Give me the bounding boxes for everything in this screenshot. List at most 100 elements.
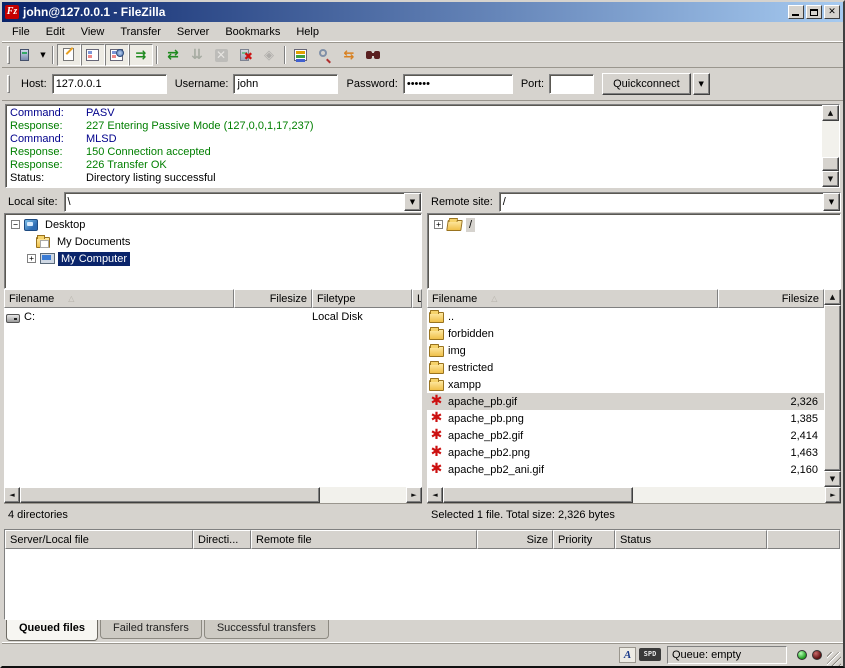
menu-edit[interactable]: Edit [38, 24, 73, 40]
menu-server[interactable]: Server [169, 24, 217, 40]
tab-successful-transfers[interactable]: Successful transfers [204, 620, 329, 639]
remote-site-combo[interactable]: / ▼ [499, 192, 841, 212]
menu-file[interactable]: File [4, 24, 38, 40]
column-server-local-file[interactable]: Server/Local file [5, 530, 193, 549]
title-bar[interactable]: Fz john@127.0.0.1 - FileZilla ✕ [2, 2, 843, 22]
toolbar-separator [156, 46, 158, 64]
tree-item-root[interactable]: + / [430, 216, 840, 233]
toggle-transfer-queue-button[interactable]: ⇉ [129, 44, 153, 66]
column-filetype[interactable]: Filetype [312, 289, 412, 308]
tab-failed-transfers[interactable]: Failed transfers [100, 620, 202, 639]
scroll-down-icon[interactable]: ▼ [822, 171, 839, 187]
column-filename[interactable]: Filename△ [4, 289, 234, 308]
column-filesize[interactable]: Filesize [718, 289, 824, 308]
quickconnect-dropdown[interactable]: ▼ [693, 73, 710, 95]
file-row-selected[interactable]: ✱apache_pb.gif 2,326 [427, 393, 824, 410]
file-row[interactable]: img [427, 342, 824, 359]
file-row[interactable]: ✱apache_pb2_ani.gif 2,160 [427, 461, 824, 478]
file-row[interactable]: C: Local Disk [4, 308, 422, 325]
tree-item-my-computer[interactable]: + My Computer [7, 250, 421, 267]
menu-view[interactable]: View [73, 24, 113, 40]
column-size[interactable]: Size [477, 530, 553, 549]
local-directory-tree[interactable]: − Desktop My Documents + My Computer [4, 213, 422, 289]
tree-item-desktop[interactable]: − Desktop [7, 216, 421, 233]
combo-dropdown-icon[interactable]: ▼ [823, 193, 840, 211]
directory-filter-button[interactable] [289, 44, 313, 66]
column-last-modified[interactable]: L [412, 289, 422, 308]
refresh-button[interactable]: ⇄ [161, 44, 185, 66]
column-filename[interactable]: Filename△ [427, 289, 718, 308]
datatype-indicator-icon[interactable]: A [619, 647, 636, 663]
collapse-icon[interactable]: − [11, 220, 20, 229]
column-direction[interactable]: Directi... [193, 530, 251, 549]
tree-item-my-documents[interactable]: My Documents [7, 233, 421, 250]
remote-file-list[interactable]: .. forbidden img [427, 308, 824, 487]
message-log[interactable]: Command:PASV Response:227 Entering Passi… [6, 105, 822, 187]
local-horizontal-scrollbar[interactable]: ◄ ► [4, 487, 422, 503]
cancel-operation-button[interactable]: ✕ [209, 44, 233, 66]
local-file-list[interactable]: C: Local Disk [4, 308, 422, 487]
scroll-up-icon[interactable]: ▲ [822, 105, 839, 121]
file-row[interactable]: restricted [427, 359, 824, 376]
file-name: xampp [448, 379, 481, 391]
expand-icon[interactable]: + [27, 254, 36, 263]
combo-dropdown-icon[interactable]: ▼ [404, 193, 421, 211]
password-label: Password: [346, 78, 397, 90]
tab-queued-files[interactable]: Queued files [6, 620, 98, 641]
expand-icon[interactable]: + [434, 220, 443, 229]
password-input[interactable] [403, 74, 513, 94]
site-manager-button[interactable] [13, 44, 37, 66]
maximize-button[interactable] [806, 5, 822, 19]
column-status[interactable]: Status [615, 530, 767, 549]
scroll-left-icon[interactable]: ◄ [4, 487, 20, 503]
speedlimit-icon[interactable]: SPD [639, 648, 661, 661]
minimize-button[interactable] [788, 5, 804, 19]
remote-horizontal-scrollbar[interactable]: ◄ ► [427, 487, 841, 503]
host-input[interactable] [52, 74, 167, 94]
toggle-local-tree-button[interactable] [81, 44, 105, 66]
cancel-icon: ✕ [215, 49, 228, 62]
username-input[interactable] [233, 74, 338, 94]
file-row[interactable]: ✱apache_pb2.png 1,463 [427, 444, 824, 461]
file-row[interactable]: xampp [427, 376, 824, 393]
site-manager-dropdown[interactable]: ▼ [37, 44, 49, 66]
toggle-message-log-button[interactable] [57, 44, 81, 66]
scroll-right-icon[interactable]: ► [825, 487, 841, 503]
remote-vertical-scrollbar[interactable]: ▲ ▼ [824, 289, 841, 487]
scrollbar-thumb[interactable] [443, 487, 633, 503]
process-queue-button[interactable]: ⇊ [185, 44, 209, 66]
resize-grip[interactable] [827, 652, 841, 666]
scrollbar-thumb[interactable] [822, 157, 839, 171]
file-row[interactable]: .. [427, 308, 824, 325]
scroll-up-icon[interactable]: ▲ [824, 289, 841, 305]
menu-transfer[interactable]: Transfer [112, 24, 169, 40]
open-folder-icon [446, 220, 463, 231]
close-button[interactable]: ✕ [824, 5, 840, 19]
column-filesize[interactable]: Filesize [234, 289, 312, 308]
remote-directory-tree[interactable]: + / [427, 213, 841, 289]
menu-help[interactable]: Help [288, 24, 327, 40]
file-row[interactable]: ✱apache_pb.png 1,385 [427, 410, 824, 427]
scrollbar-thumb[interactable] [20, 487, 320, 503]
file-row[interactable]: forbidden [427, 325, 824, 342]
column-priority[interactable]: Priority [553, 530, 615, 549]
port-input[interactable] [549, 74, 594, 94]
log-vertical-scrollbar[interactable]: ▲ ▼ [822, 105, 839, 187]
file-row[interactable]: ✱apache_pb2.gif 2,414 [427, 427, 824, 444]
quickconnect-button[interactable]: Quickconnect [602, 73, 691, 95]
column-remote-file[interactable]: Remote file [251, 530, 477, 549]
scroll-right-icon[interactable]: ► [406, 487, 422, 503]
synchronized-browsing-button[interactable]: ⇆ [337, 44, 361, 66]
reconnect-button[interactable]: ◈ [257, 44, 281, 66]
directory-comparison-button[interactable] [313, 44, 337, 66]
scrollbar-thumb[interactable] [824, 305, 841, 471]
queue-list[interactable] [5, 549, 840, 619]
scroll-down-icon[interactable]: ▼ [824, 471, 841, 487]
scroll-left-icon[interactable]: ◄ [427, 487, 443, 503]
disconnect-button[interactable]: ✖ [233, 44, 257, 66]
file-name: restricted [448, 362, 493, 374]
find-files-button[interactable] [361, 44, 385, 66]
toggle-remote-tree-button[interactable] [105, 44, 129, 66]
menu-bookmarks[interactable]: Bookmarks [217, 24, 288, 40]
local-site-combo[interactable]: \ ▼ [64, 192, 422, 212]
